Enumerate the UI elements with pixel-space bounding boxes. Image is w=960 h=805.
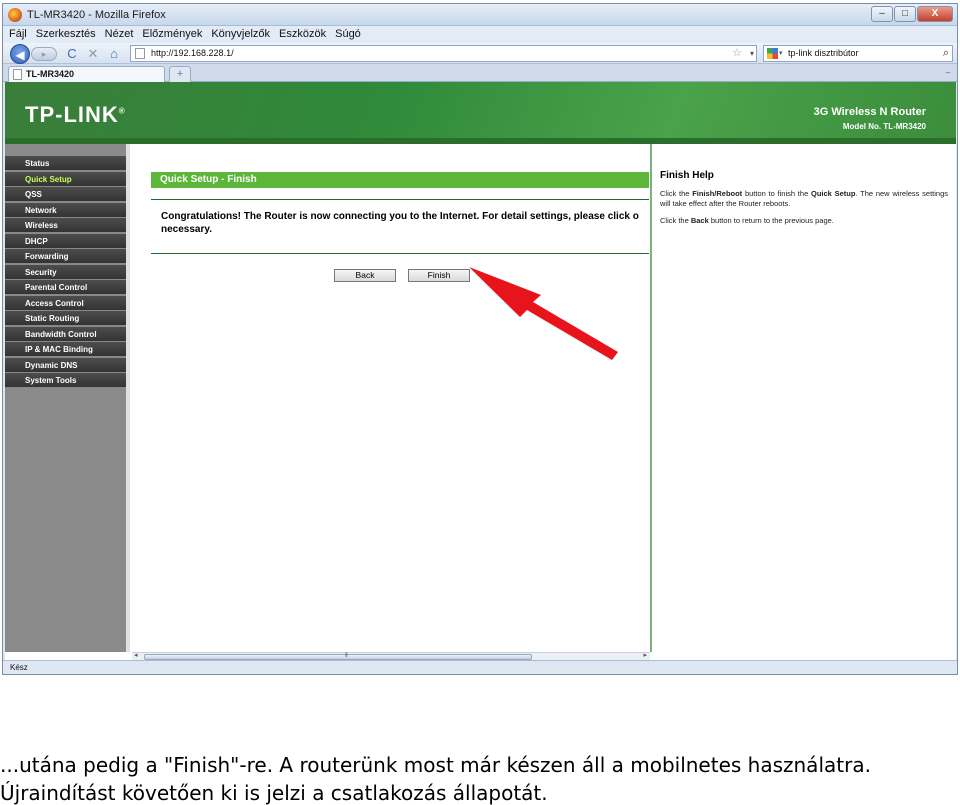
red-arrow-icon [469,267,618,360]
page: TL-MR3420 - Mozilla Firefox – □ X Fájl S… [0,0,960,805]
caption-text: ...utána pedig a "Finish"-re. A routerün… [0,753,871,805]
red-arrow-annotation [469,267,618,360]
